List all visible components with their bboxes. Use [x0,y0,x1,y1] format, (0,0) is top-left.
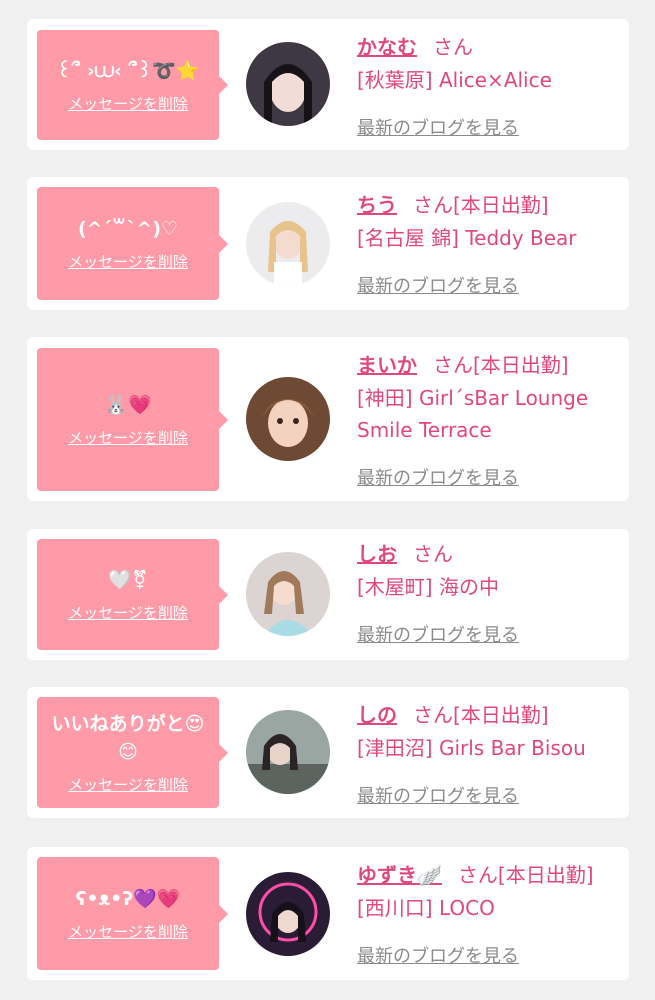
honorific: さん [413,703,453,727]
delete-message-link[interactable]: メッセージを削除 [68,774,188,795]
user-name-link[interactable]: ゆずき🪽 [357,863,442,887]
message-bubble: ꒰՞ ›⩊‹ ՞꒱➰⭐ メッセージを削除 [37,30,228,140]
honorific: さん [413,193,453,217]
user-name-link[interactable]: かなむ [357,35,417,59]
blog-link[interactable]: 最新のブログを見る [357,464,519,490]
user-info: ゆずき🪽 さん[本日出勤] [西川口] LOCO 最新のブログを見る [357,860,621,967]
user-name-link[interactable]: しお [357,542,397,566]
user-card: ʕ•ᴥ•ʔ💜💗 メッセージを削除 ゆずき🪽 さん[本日出勤] [西川口] LOCO… [27,847,629,980]
shop-name: [秋葉原] Alice×Alice [357,68,552,92]
user-card: いいねありがと😍😊 メッセージを削除 しの さん[本日出勤] [津田沼] Girl… [27,687,629,818]
avatar[interactable] [246,552,330,636]
message-text: いいねありがと😍😊 [51,713,205,763]
message-bubble: 🤍⚧ メッセージを削除 [37,539,228,650]
avatar[interactable] [246,872,330,956]
delete-message-link[interactable]: メッセージを削除 [68,602,188,623]
blog-link[interactable]: 最新のブログを見る [357,942,519,968]
user-name-link[interactable]: しの [357,703,397,727]
user-info: まいか さん[本日出勤] [神田] Girl´sBar Lounge Smile … [357,350,621,489]
avatar[interactable] [246,377,330,461]
user-info: しお さん [木屋町] 海の中 最新のブログを見る [357,539,621,646]
user-info: かなむ さん [秋葉原] Alice×Alice 最新のブログを見る [357,32,621,139]
message-bubble: (^ˊ꒳ˋ^)♡ メッセージを削除 [37,187,228,300]
honorific: さん [457,863,498,887]
shop-name: [津田沼] Girls Bar Bisou [357,736,586,760]
message-text: (^ˊ꒳ˋ^)♡ [77,218,179,240]
message-bubble: いいねありがと😍😊 メッセージを削除 [37,697,228,808]
user-info: ちう さん[本日出勤] [名古屋 錦] Teddy Bear 最新のブログを見る [357,190,621,297]
message-text: ʕ•ᴥ•ʔ💜💗 [75,888,181,910]
delete-message-link[interactable]: メッセージを削除 [68,93,188,114]
avatar[interactable] [246,42,330,126]
delete-message-link[interactable]: メッセージを削除 [68,427,188,448]
blog-link[interactable]: 最新のブログを見る [357,114,519,140]
blog-link[interactable]: 最新のブログを見る [357,621,519,647]
honorific: さん [433,35,473,59]
avatar[interactable] [246,710,330,794]
blog-link[interactable]: 最新のブログを見る [357,272,519,298]
work-badge: [本日出勤] [453,703,549,727]
user-card: 🤍⚧ メッセージを削除 しお さん [木屋町] 海の中 最新のブログを見る [27,529,629,660]
delete-message-link[interactable]: メッセージを削除 [68,921,188,942]
shop-name: [神田] Girl´sBar Lounge Smile Terrace [357,386,589,442]
shop-name: [木屋町] 海の中 [357,575,499,599]
message-text: ꒰՞ ›⩊‹ ՞꒱➰⭐ [56,59,200,82]
shop-name: [西川口] LOCO [357,896,495,920]
message-bubble: ʕ•ᴥ•ʔ💜💗 メッセージを削除 [37,857,228,970]
user-name-link[interactable]: ちう [357,193,397,217]
message-text: 🤍⚧ [108,569,148,591]
message-text: 🐰💗 [104,394,152,416]
honorific: さん [433,353,473,377]
user-info: しの さん[本日出勤] [津田沼] Girls Bar Bisou 最新のブログを… [357,700,621,807]
user-card: (^ˊ꒳ˋ^)♡ メッセージを削除 ちう さん[本日出勤] [名古屋 錦] Ted… [27,177,629,310]
work-badge: [本日出勤] [473,353,569,377]
user-card: 🐰💗 メッセージを削除 まいか さん[本日出勤] [神田] Girl´sBar L… [27,337,629,501]
honorific: さん [413,542,453,566]
avatar[interactable] [246,202,330,286]
message-bubble: 🐰💗 メッセージを削除 [37,348,228,491]
work-badge: [本日出勤] [453,193,549,217]
work-badge: [本日出勤] [497,863,594,887]
user-name-link[interactable]: まいか [357,353,417,377]
blog-link[interactable]: 最新のブログを見る [357,782,519,808]
user-card: ꒰՞ ›⩊‹ ՞꒱➰⭐ メッセージを削除 かなむ さん [秋葉原] Alice×A… [27,19,629,150]
shop-name: [名古屋 錦] Teddy Bear [357,226,577,250]
delete-message-link[interactable]: メッセージを削除 [68,251,188,272]
